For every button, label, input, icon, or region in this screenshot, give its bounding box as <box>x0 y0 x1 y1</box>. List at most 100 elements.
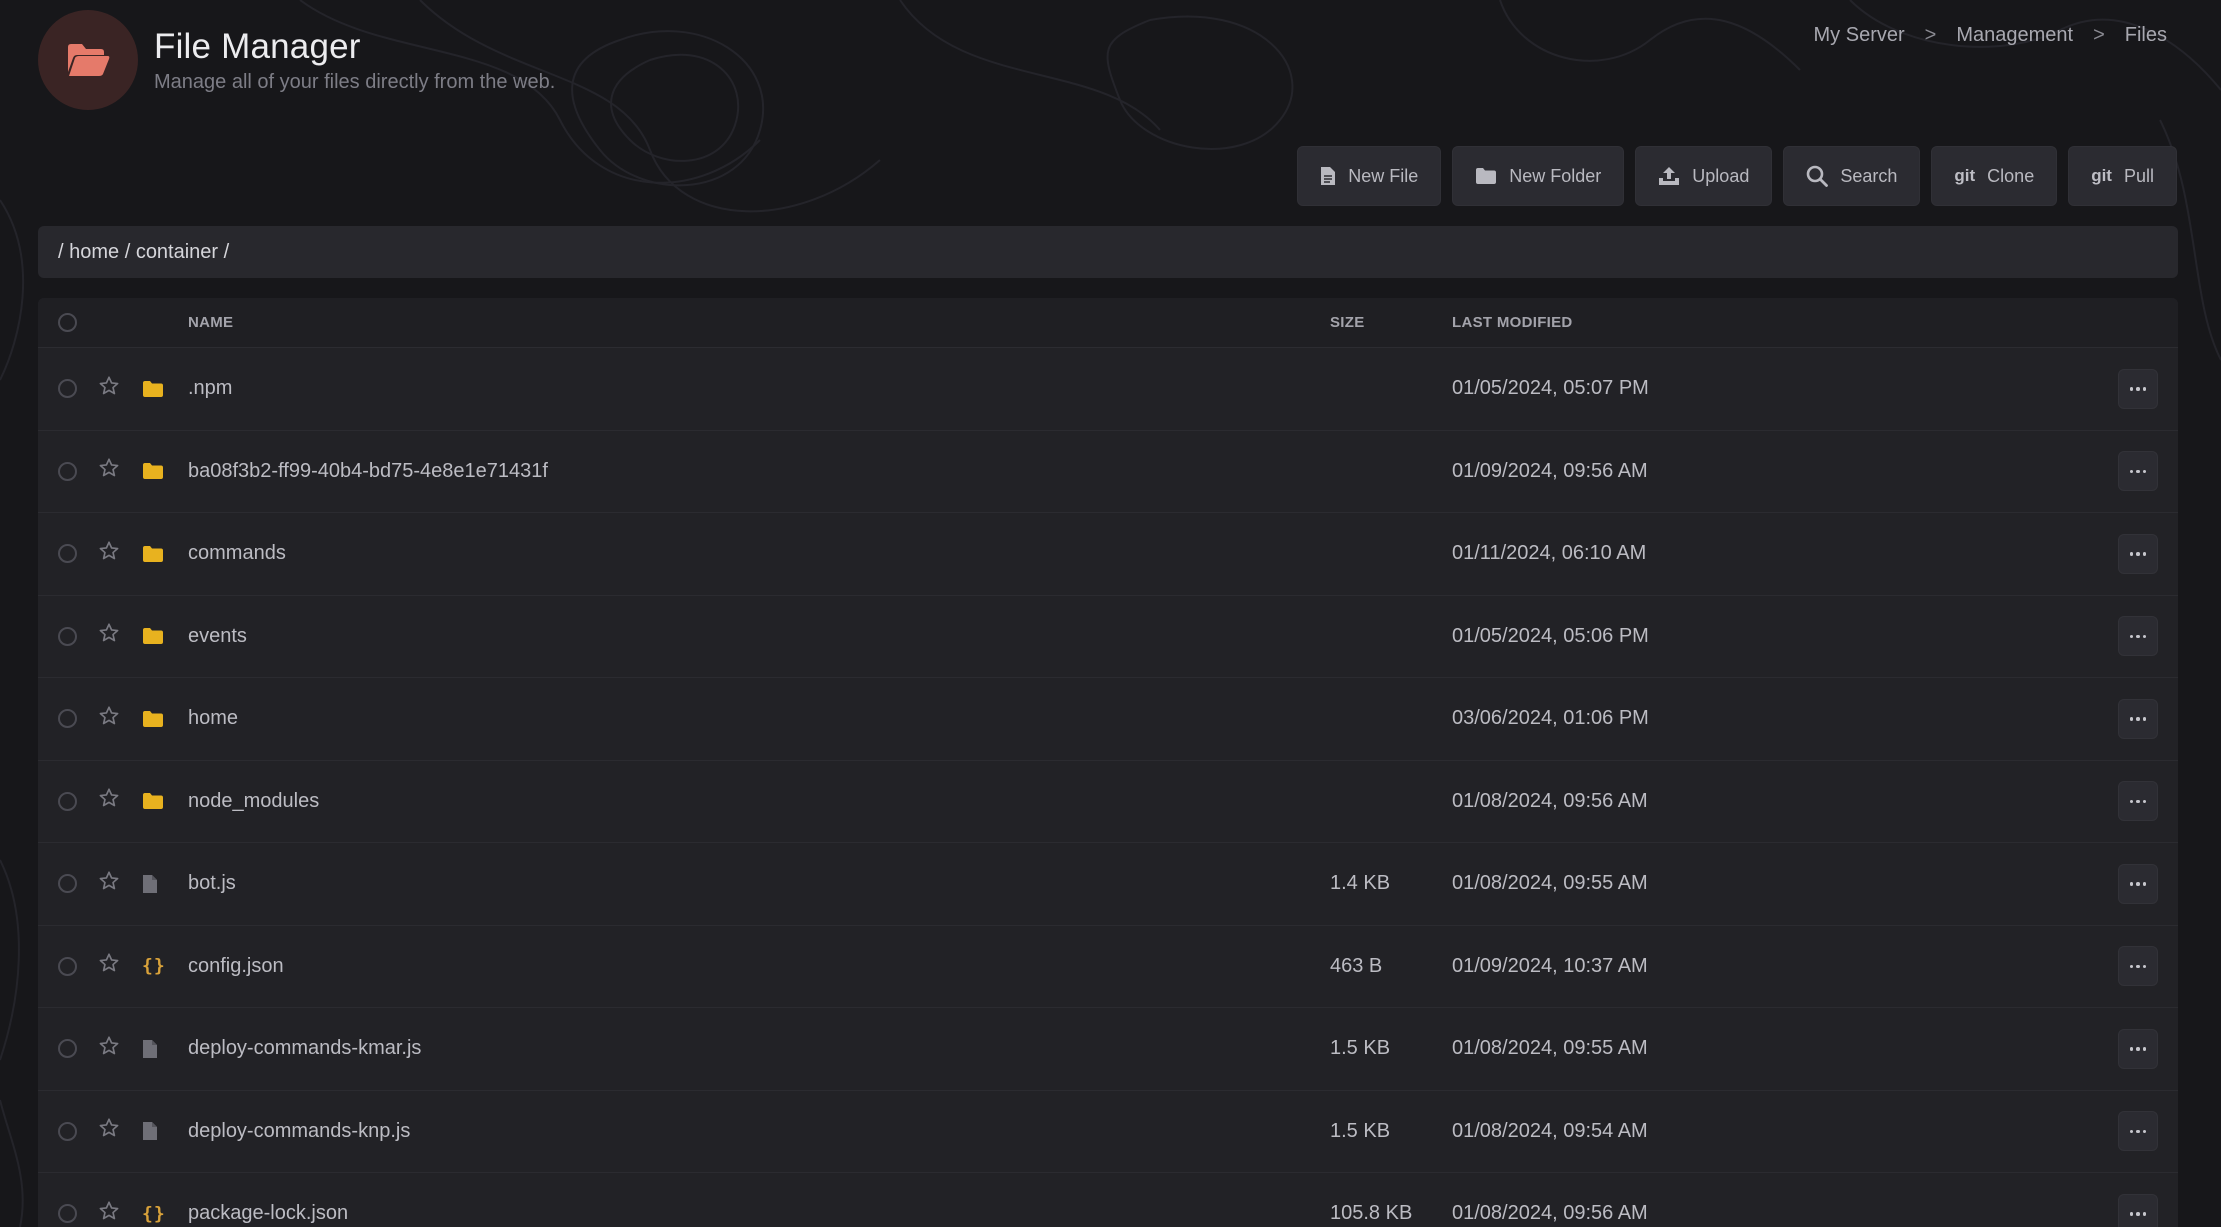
row-menu-button[interactable] <box>2118 863 2158 904</box>
table-row[interactable]: .npm 01/05/2024, 05:07 PM <box>38 348 2178 431</box>
new-file-label: New File <box>1348 165 1419 186</box>
more-horizontal-icon <box>2129 882 2147 886</box>
breadcrumb-separator: > <box>2093 24 2105 46</box>
current-path: / home / container / <box>58 240 230 263</box>
table-row[interactable]: ba08f3b2-ff99-40b4-bd75-4e8e1e71431f 01/0… <box>38 431 2178 513</box>
table-row[interactable]: bot.js 1.4 KB 01/08/2024, 09:55 AM <box>38 843 2178 926</box>
favorite-toggle[interactable] <box>98 705 120 733</box>
row-checkbox[interactable] <box>58 1039 77 1059</box>
table-row[interactable]: node_modules 01/08/2024, 09:56 AM <box>38 761 2178 843</box>
page-title: File Manager <box>154 26 361 66</box>
file-name[interactable]: home <box>188 707 238 730</box>
favorite-toggle[interactable] <box>98 1035 120 1063</box>
git-pull-button[interactable]: git Pull <box>2068 146 2177 206</box>
star-icon <box>99 1118 119 1137</box>
row-checkbox[interactable] <box>58 709 77 729</box>
file-modified: 03/06/2024, 01:06 PM <box>1452 707 1649 730</box>
more-horizontal-icon <box>2129 469 2147 473</box>
table-body: .npm 01/05/2024, 05:07 PM ba08f3b2-ff99-40… <box>38 348 2178 1227</box>
file-name[interactable]: package-lock.json <box>188 1202 348 1225</box>
file-type-icon: {} <box>142 956 166 977</box>
breadcrumb: My Server > Management > Files <box>1814 24 2167 47</box>
file-icon <box>143 874 157 893</box>
row-checkbox[interactable] <box>58 1121 77 1141</box>
json-file-icon: {} <box>142 955 166 977</box>
row-checkbox[interactable] <box>58 379 77 399</box>
favorite-toggle[interactable] <box>98 375 120 403</box>
table-row[interactable]: deploy-commands-kmar.js 1.5 KB 01/08/2024,… <box>38 1008 2178 1091</box>
table-row[interactable]: {} package-lock.json 105.8 KB 01/08/2024, 0… <box>38 1173 2178 1227</box>
table-row[interactable]: commands 01/11/2024, 06:10 AM <box>38 513 2178 596</box>
column-header-size[interactable]: SIZE <box>1330 314 1365 331</box>
favorite-toggle[interactable] <box>98 1200 120 1227</box>
row-menu-button[interactable] <box>2118 533 2158 574</box>
row-menu-button[interactable] <box>2118 1111 2158 1152</box>
table-header: NAME SIZE LAST MODIFIED <box>38 298 2178 348</box>
row-checkbox[interactable] <box>58 544 77 564</box>
favorite-toggle[interactable] <box>98 870 120 898</box>
git-clone-button[interactable]: git Clone <box>1931 146 2058 206</box>
breadcrumb-item-my-server[interactable]: My Server <box>1814 24 1905 47</box>
favorite-toggle[interactable] <box>98 457 120 485</box>
row-checkbox[interactable] <box>58 626 77 646</box>
column-header-name[interactable]: NAME <box>188 314 233 331</box>
row-menu-button[interactable] <box>2118 946 2158 987</box>
row-checkbox[interactable] <box>58 956 77 976</box>
search-button[interactable]: Search <box>1783 146 1921 206</box>
table-row[interactable]: deploy-commands-knp.js 1.5 KB 01/08/2024, … <box>38 1091 2178 1173</box>
new-file-button[interactable]: New File <box>1297 146 1442 206</box>
file-modified: 01/09/2024, 09:56 AM <box>1452 459 1648 482</box>
file-name[interactable]: deploy-commands-knp.js <box>188 1120 410 1143</box>
file-name[interactable]: config.json <box>188 955 284 978</box>
file-icon <box>143 1039 157 1058</box>
file-name[interactable]: events <box>188 625 247 648</box>
file-modified: 01/05/2024, 05:06 PM <box>1452 624 1649 647</box>
file-name[interactable]: bot.js <box>188 872 236 895</box>
path-bar[interactable]: / home / container / <box>38 226 2178 278</box>
column-header-modified[interactable]: LAST MODIFIED <box>1452 314 1573 331</box>
file-name[interactable]: ba08f3b2-ff99-40b4-bd75-4e8e1e71431f <box>188 460 548 483</box>
file-name[interactable]: .npm <box>188 377 232 400</box>
more-horizontal-icon <box>2129 1212 2147 1216</box>
favorite-toggle[interactable] <box>98 952 120 980</box>
favorite-toggle[interactable] <box>98 622 120 650</box>
new-folder-button[interactable]: New Folder <box>1452 146 1625 206</box>
file-name[interactable]: node_modules <box>188 790 319 813</box>
table-row[interactable]: home 03/06/2024, 01:06 PM <box>38 678 2178 761</box>
row-checkbox[interactable] <box>58 791 77 811</box>
upload-icon <box>1659 167 1680 185</box>
select-all-checkbox[interactable] <box>58 313 77 332</box>
file-modified: 01/08/2024, 09:56 AM <box>1452 789 1648 812</box>
favorite-toggle[interactable] <box>98 540 120 568</box>
folder-icon <box>1476 168 1497 184</box>
row-menu-button[interactable] <box>2118 1028 2158 1069</box>
file-modified: 01/08/2024, 09:55 AM <box>1452 872 1648 895</box>
git-icon: git <box>1954 166 1976 185</box>
json-file-icon: {} <box>142 1203 166 1225</box>
folder-icon <box>143 545 163 562</box>
folder-type-icon <box>142 710 164 728</box>
row-checkbox[interactable] <box>58 461 77 481</box>
row-menu-button[interactable] <box>2118 1193 2158 1227</box>
star-icon <box>99 458 119 477</box>
star-icon <box>99 1201 119 1220</box>
more-horizontal-icon <box>2129 1047 2147 1051</box>
row-menu-button[interactable] <box>2118 698 2158 739</box>
file-size: 1.5 KB <box>1330 1119 1391 1142</box>
row-menu-button[interactable] <box>2118 781 2158 822</box>
favorite-toggle[interactable] <box>98 1117 120 1145</box>
row-menu-button[interactable] <box>2118 451 2158 492</box>
row-menu-button[interactable] <box>2118 368 2158 409</box>
row-checkbox[interactable] <box>58 874 77 894</box>
page-header: File Manager Manage all of your files di… <box>38 10 555 110</box>
row-checkbox[interactable] <box>58 1204 77 1224</box>
file-type-icon <box>142 1121 158 1141</box>
file-name[interactable]: deploy-commands-kmar.js <box>188 1037 421 1060</box>
upload-button[interactable]: Upload <box>1635 146 1773 206</box>
file-name[interactable]: commands <box>188 542 286 565</box>
table-row[interactable]: events 01/05/2024, 05:06 PM <box>38 596 2178 678</box>
table-row[interactable]: {} config.json 463 B 01/09/2024, 10:37 AM <box>38 926 2178 1008</box>
row-menu-button[interactable] <box>2118 616 2158 657</box>
favorite-toggle[interactable] <box>98 787 120 815</box>
breadcrumb-item-management[interactable]: Management <box>1956 24 2073 47</box>
